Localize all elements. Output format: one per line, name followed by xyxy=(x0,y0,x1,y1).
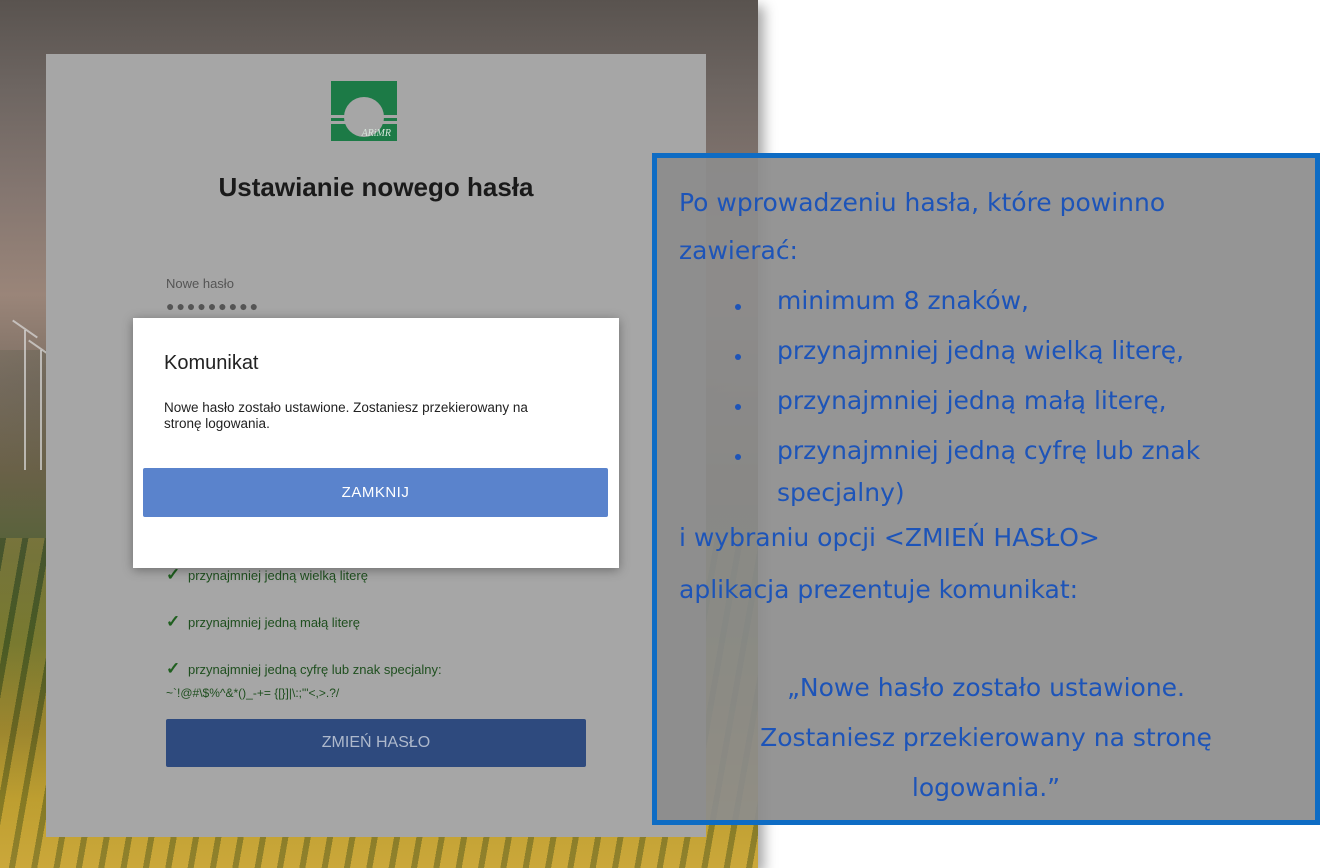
requirement-text: przynajmniej jedną cyfrę lub znak specja… xyxy=(188,662,442,677)
requirement-uppercase: ✓ przynajmniej jedną wielką literę xyxy=(166,565,368,585)
new-password-label: Nowe hasło xyxy=(166,276,234,291)
check-icon: ✓ xyxy=(166,612,181,631)
bullet-icon xyxy=(735,354,741,360)
annotation-intro-1: Po wprowadzeniu hasła, które powinno xyxy=(679,188,1166,217)
annotation-outro-2: aplikacja prezentuje komunikat: xyxy=(679,575,1079,604)
logo-stripe xyxy=(331,121,397,124)
annotation-box: Po wprowadzeniu hasła, które powinno zaw… xyxy=(652,153,1320,825)
arimr-logo: ARiMR xyxy=(331,81,397,141)
change-password-button[interactable]: ZMIEŃ HASŁO xyxy=(166,719,586,767)
message-dialog: Komunikat Nowe hasło zostało ustawione. … xyxy=(133,318,619,568)
annotation-quote-3: logowania.” xyxy=(911,773,1061,802)
dialog-title: Komunikat xyxy=(164,352,259,374)
annotation-outro-1: i wybraniu opcji <ZMIEŃ HASŁO> xyxy=(679,523,1100,552)
requirement-digit-special: ✓ przynajmniej jedną cyfrę lub znak specj… xyxy=(166,659,442,679)
special-characters-list: ~`!@#\$%^&*()_-+= {[}]|\:;"'<,>.?/ xyxy=(166,686,340,700)
logo-text: ARiMR xyxy=(361,128,391,139)
requirement-text: przynajmniej jedną małą literę xyxy=(188,615,360,630)
annotation-item: przynajmniej jedną małą literę, xyxy=(777,386,1167,415)
annotation-quote-1: „Nowe hasło zostało ustawione. xyxy=(786,673,1186,702)
annotation-item: przynajmniej jedną wielką literę, xyxy=(777,336,1185,365)
bullet-icon xyxy=(735,404,741,410)
annotation-quote-2: Zostaniesz przekierowany na stronę xyxy=(760,723,1212,752)
new-password-input[interactable]: ●●●●●●●●● xyxy=(166,298,260,314)
bullet-icon xyxy=(735,454,741,460)
requirement-text: przynajmniej jedną wielką literę xyxy=(188,568,368,583)
check-icon: ✓ xyxy=(166,659,181,678)
annotation-item-continuation: specjalny) xyxy=(777,478,905,507)
bullet-icon xyxy=(735,304,741,310)
annotation-item: przynajmniej jedną cyfrę lub znak xyxy=(777,436,1201,465)
annotation-item: minimum 8 znaków, xyxy=(777,286,1030,315)
check-icon: ✓ xyxy=(166,565,181,584)
wind-turbine xyxy=(24,330,26,470)
requirement-lowercase: ✓ przynajmniej jedną małą literę xyxy=(166,612,360,632)
dialog-message: Nowe hasło zostało ustawione. Zostaniesz… xyxy=(164,400,528,431)
screenshot-frame: ARiMR Ustawianie nowego hasła Nowe hasło… xyxy=(0,0,758,868)
logo-stripe xyxy=(331,115,397,118)
page-title: Ustawianie nowego hasła xyxy=(218,172,534,202)
close-dialog-button[interactable]: ZAMKNIJ xyxy=(143,468,608,517)
annotation-intro-2: zawierać: xyxy=(679,236,798,265)
wind-turbine xyxy=(40,350,42,470)
